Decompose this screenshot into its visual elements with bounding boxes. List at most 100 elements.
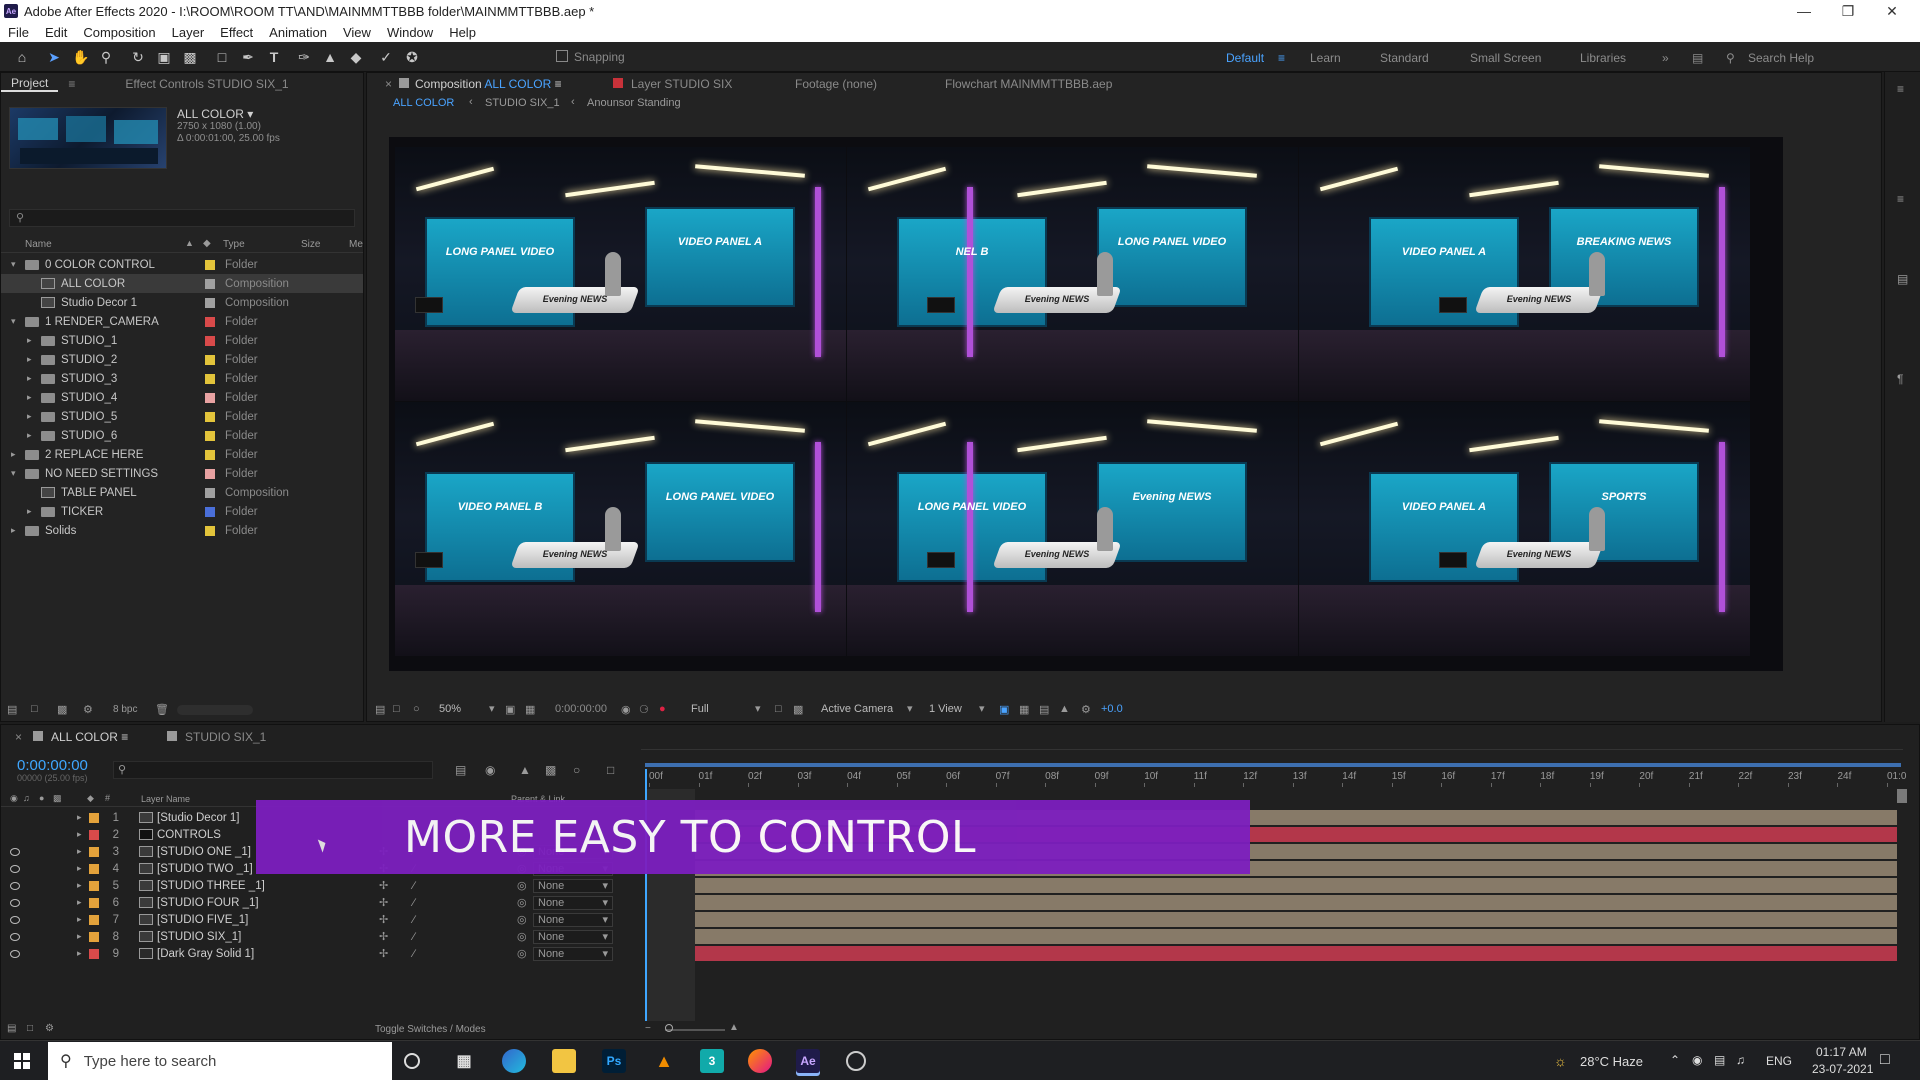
workspace-menu-icon[interactable]: ≡ xyxy=(1278,51,1285,65)
project-item[interactable]: ▾ 1 RENDER_CAMERA Folder xyxy=(1,312,363,331)
menu-window[interactable]: Window xyxy=(379,25,441,40)
timeline-timecode[interactable]: 0:00:00:00 xyxy=(17,757,88,774)
twirl-closed-icon[interactable]: ▸ xyxy=(27,392,32,403)
new-composition-icon[interactable]: ▩ xyxy=(57,703,67,716)
parent-select[interactable]: None ▾ xyxy=(533,895,613,910)
weather-text[interactable]: 28°C Haze xyxy=(1580,1054,1643,1069)
label-color-swatch[interactable] xyxy=(89,812,99,823)
layer-duration-bar[interactable] xyxy=(649,946,1897,961)
project-item[interactable]: ▸ STUDIO_5 Folder xyxy=(1,407,363,426)
color-channel-icon[interactable]: ● xyxy=(659,703,666,715)
parent-select[interactable]: None ▾ xyxy=(533,912,613,927)
views-select[interactable]: 1 View xyxy=(929,703,962,715)
workspace-overflow-icon[interactable]: » xyxy=(1662,51,1669,65)
windows-start-icon[interactable] xyxy=(14,1053,30,1069)
time-ruler[interactable]: 00f 01f 02f 03f 04f 05f 06f 07f 08f 09f 10f 11f 12f 1… xyxy=(645,769,1906,787)
timeline-scroll-handle[interactable] xyxy=(1897,789,1907,803)
eye-visibility-icon[interactable] xyxy=(10,915,20,924)
workspace-libraries[interactable]: Libraries xyxy=(1580,51,1626,65)
parent-select[interactable]: None ▾ xyxy=(533,929,613,944)
twirl-closed-icon[interactable]: ▸ xyxy=(77,829,82,840)
puppet-tool-icon[interactable]: ✪ xyxy=(404,49,420,65)
label-color-swatch[interactable] xyxy=(205,259,215,270)
twirl-open-icon[interactable]: ▾ xyxy=(11,468,16,479)
twirl-closed-icon[interactable]: ▸ xyxy=(27,411,32,422)
project-tab-menu-icon[interactable]: ≡ xyxy=(58,77,85,91)
shy-switch-icon[interactable]: ✢ xyxy=(379,913,388,926)
col-size[interactable]: Size xyxy=(301,239,320,250)
shy-switch-icon[interactable]: ✢ xyxy=(379,896,388,909)
roi-icon[interactable]: □ xyxy=(775,703,782,715)
label-color-swatch[interactable] xyxy=(205,278,215,289)
tab-effect-controls[interactable]: Effect Controls STUDIO SIX_1 xyxy=(115,77,298,91)
new-folder-icon[interactable]: □ xyxy=(31,703,38,715)
shy-switch-icon[interactable]: ✢ xyxy=(379,879,388,892)
menu-composition[interactable]: Composition xyxy=(75,25,163,40)
breadcrumb-studio-six[interactable]: STUDIO SIX_1 xyxy=(485,97,560,109)
twirl-closed-icon[interactable]: ▸ xyxy=(27,506,32,517)
timeline-search-input[interactable]: ⚲ xyxy=(113,761,433,779)
type-tool-icon[interactable]: T xyxy=(266,49,282,65)
firefox-icon[interactable] xyxy=(748,1049,772,1073)
after-effects-icon[interactable]: Ae xyxy=(796,1049,820,1073)
project-item[interactable]: ▸ STUDIO_1 Folder xyxy=(1,331,363,350)
label-color-swatch[interactable] xyxy=(89,880,99,891)
expand-transfer-icon[interactable]: □ xyxy=(27,1023,33,1034)
label-color-swatch[interactable] xyxy=(205,373,215,384)
project-item[interactable]: ALL COLOR Composition xyxy=(1,274,363,293)
menu-animation[interactable]: Animation xyxy=(261,25,335,40)
flowchart-icon[interactable]: ▲ xyxy=(1059,703,1070,715)
taskbar-search-box[interactable]: ⚲ Type here to search xyxy=(48,1042,392,1080)
parent-pickwhip-icon[interactable]: ◎ xyxy=(517,896,527,909)
project-item[interactable]: ▸ STUDIO_3 Folder xyxy=(1,369,363,388)
label-color-swatch[interactable] xyxy=(89,829,99,840)
menu-help[interactable]: Help xyxy=(441,25,484,40)
draft-3d-icon[interactable]: ◉ xyxy=(485,763,495,777)
menu-layer[interactable]: Layer xyxy=(164,25,213,40)
chevron-down-icon[interactable]: ▾ xyxy=(602,948,608,960)
search-help-icon[interactable]: ⚲ xyxy=(1726,51,1735,65)
camera-tool-icon[interactable]: ▣ xyxy=(156,49,172,65)
twirl-closed-icon[interactable]: ▸ xyxy=(27,354,32,365)
viewer-timecode[interactable]: 0:00:00:00 xyxy=(555,703,607,715)
snapping-checkbox[interactable] xyxy=(556,50,568,62)
parent-select[interactable]: None ▾ xyxy=(533,946,613,961)
workspace-learn[interactable]: Learn xyxy=(1310,51,1341,65)
sort-icon[interactable]: ▲ xyxy=(185,238,194,248)
expand-layer-switches-icon[interactable]: ▤ xyxy=(7,1023,16,1034)
tab-menu-icon[interactable]: ≡ xyxy=(555,77,562,91)
toggle-switches-modes[interactable]: Toggle Switches / Modes xyxy=(375,1024,486,1035)
minimize-icon[interactable]: — xyxy=(1782,0,1826,22)
twirl-closed-icon[interactable]: ▸ xyxy=(27,373,32,384)
chevron-down-icon[interactable]: ▾ xyxy=(602,897,608,909)
twirl-closed-icon[interactable]: ▸ xyxy=(27,335,32,346)
timeline-icon[interactable]: ▤ xyxy=(1039,703,1049,716)
col-type[interactable]: Type xyxy=(223,239,245,250)
twirl-closed-icon[interactable]: ▸ xyxy=(77,812,82,823)
twirl-closed-icon[interactable]: ▸ xyxy=(77,846,82,857)
thumb-comp-name[interactable]: ALL COLOR ▾ xyxy=(177,107,253,121)
chevron-down-icon[interactable]: ▾ xyxy=(602,914,608,926)
label-color-swatch[interactable] xyxy=(89,931,99,942)
graph-editor-icon[interactable]: □ xyxy=(607,763,614,777)
layer-row[interactable]: ▸ 6 [STUDIO FOUR _1] ✢ ∕ ◎ None ▾ xyxy=(1,894,641,911)
interpret-footage-icon[interactable]: ▤ xyxy=(7,703,17,716)
shy-switch-icon[interactable]: ✢ xyxy=(379,947,388,960)
fit-icon[interactable]: ▣ xyxy=(505,703,515,716)
workspace-default[interactable]: Default xyxy=(1226,51,1264,65)
layer-row[interactable]: ▸ 7 [STUDIO FIVE_1] ✢ ∕ ◎ None ▾ xyxy=(1,911,641,928)
label-color-swatch[interactable] xyxy=(205,506,215,517)
project-item[interactable]: ▸ STUDIO_4 Folder xyxy=(1,388,363,407)
zoom-out-icon[interactable]: − xyxy=(645,1023,651,1034)
file-explorer-icon[interactable] xyxy=(552,1049,576,1073)
rotate-tool-icon[interactable]: ↻ xyxy=(130,49,146,65)
search-help-input[interactable]: Search Help xyxy=(1748,51,1814,65)
hand-tool-icon[interactable]: ✋ xyxy=(72,49,89,65)
menu-view[interactable]: View xyxy=(335,25,379,40)
camera-select[interactable]: Active Camera xyxy=(821,703,893,715)
clone-stamp-tool-icon[interactable]: ▲ xyxy=(322,49,338,65)
twirl-closed-icon[interactable]: ▸ xyxy=(77,897,82,908)
label-color-swatch[interactable] xyxy=(205,430,215,441)
twirl-closed-icon[interactable]: ▸ xyxy=(27,430,32,441)
col-me[interactable]: Me xyxy=(349,239,363,250)
